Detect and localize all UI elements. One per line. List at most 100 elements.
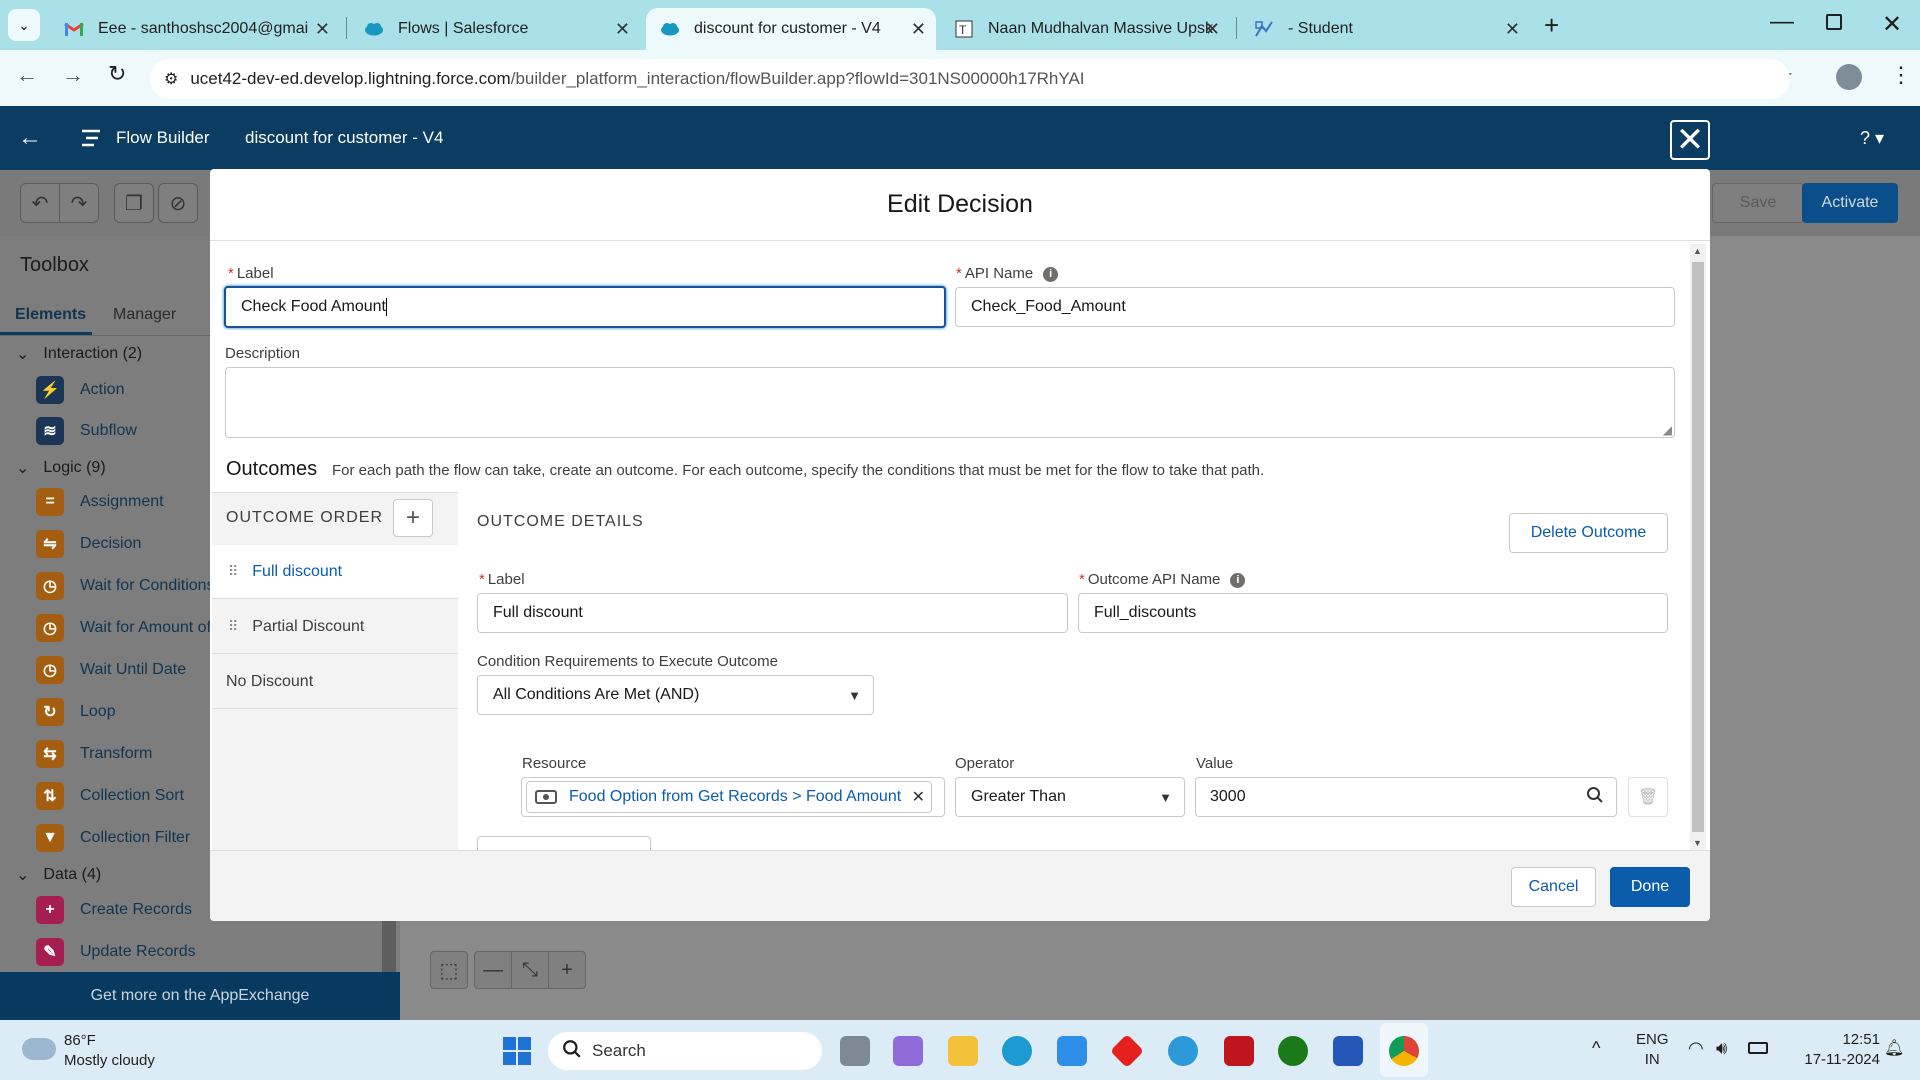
select-elements-icon[interactable]: ⬚: [430, 951, 468, 989]
api-name-input[interactable]: Check_Food_Amount: [955, 287, 1675, 327]
task-view-icon[interactable]: [840, 1036, 870, 1066]
toolbox-item-decision[interactable]: ⇋ Decision: [36, 529, 141, 559]
browser-tab-student[interactable]: - Student ✕: [1240, 8, 1530, 50]
toolbox-item-loop[interactable]: ↻ Loop: [36, 697, 116, 727]
done-button[interactable]: Done: [1610, 867, 1690, 907]
new-tab-plus-icon[interactable]: +: [1544, 10, 1559, 41]
volume-icon[interactable]: 🔊︎: [1716, 1038, 1727, 1059]
browser-menu-icon[interactable]: ⋮: [1890, 62, 1912, 88]
activate-button[interactable]: Activate: [1802, 183, 1898, 223]
toolbox-item-subflow[interactable]: ≋ Subflow: [36, 416, 137, 446]
taskbar-search-box[interactable]: Search: [548, 1032, 822, 1070]
info-icon[interactable]: i: [1230, 572, 1246, 588]
minimize-window-icon[interactable]: —: [1770, 8, 1794, 36]
toolbox-item-assignment[interactable]: = Assignment: [36, 487, 164, 517]
microsoft-store-icon[interactable]: [1057, 1036, 1087, 1066]
battery-icon[interactable]: [1748, 1042, 1768, 1054]
default-outcome-item[interactable]: No Discount: [212, 655, 458, 709]
modal-scrollbar[interactable]: ▲ ▼: [1690, 244, 1706, 850]
tab-elements[interactable]: Elements: [15, 306, 86, 324]
resize-handle-icon[interactable]: ◢: [1663, 423, 1672, 437]
resource-input[interactable]: Food Option from Get Records > Food Amou…: [521, 777, 945, 817]
toolbox-item-wait-conditions[interactable]: ◷ Wait for Conditions: [36, 571, 220, 601]
language-indicator[interactable]: ENG IN: [1636, 1030, 1669, 1070]
close-tab-icon[interactable]: ✕: [1205, 19, 1220, 40]
browser-tab-naan-mudhalvan[interactable]: T Naan Mudhalvan Massive Upsk ✕: [940, 8, 1230, 50]
fit-view-icon[interactable]: ⤡: [511, 951, 549, 989]
profile-avatar[interactable]: [1836, 64, 1862, 90]
tab-search-button[interactable]: ⌄: [8, 9, 40, 41]
start-windows-icon[interactable]: [503, 1037, 531, 1065]
delete-condition-button[interactable]: 🗑: [1628, 777, 1668, 817]
browser-tab-gmail[interactable]: Eee - santhoshsc2004@gmail.c ✕: [50, 8, 340, 50]
file-explorer-icon[interactable]: [948, 1036, 978, 1066]
drag-handle-icon[interactable]: ⠿: [228, 618, 238, 635]
weather-temp[interactable]: 86°F: [64, 1032, 96, 1049]
toolbox-item-collection-sort[interactable]: ⇅ Collection Sort: [36, 781, 184, 811]
search-icon[interactable]: [1586, 786, 1604, 809]
info-icon[interactable]: i: [1043, 266, 1059, 282]
close-tab-icon[interactable]: ✕: [315, 19, 330, 40]
xbox-icon[interactable]: [1278, 1036, 1308, 1066]
description-textarea[interactable]: ◢: [225, 367, 1675, 438]
url-input[interactable]: ⚙ ucet42-dev-ed.develop.lightning.force.…: [150, 59, 1790, 99]
add-condition-button[interactable]: [477, 836, 651, 850]
system-tray-chevron-icon[interactable]: ^: [1592, 1038, 1600, 1059]
outcome-item[interactable]: ⠿ Partial Discount: [212, 600, 458, 654]
toolbox-item-wait-until-date[interactable]: ◷ Wait Until Date: [36, 655, 186, 685]
wifi-icon[interactable]: ◠: [1688, 1038, 1704, 1059]
zoom-in-icon[interactable]: +: [548, 951, 586, 989]
scroll-thumb[interactable]: [1692, 262, 1704, 832]
clock[interactable]: 12:51 17-11-2024: [1780, 1030, 1880, 1070]
toolbox-item-update-records[interactable]: ✎ Update Records: [36, 937, 196, 967]
toolbox-item-create-records[interactable]: + Create Records: [36, 895, 192, 925]
toolbox-item-collection-filter[interactable]: ▼ Collection Filter: [36, 823, 190, 853]
mcafee-icon[interactable]: [1224, 1036, 1254, 1066]
scroll-down-arrow-icon[interactable]: ▼: [1693, 838, 1702, 848]
reload-icon[interactable]: ↻: [108, 61, 126, 87]
operator-select[interactable]: Greater Than ▼: [955, 777, 1185, 817]
back-arrow-icon[interactable]: ←: [16, 62, 38, 88]
chrome-icon[interactable]: [1389, 1036, 1419, 1066]
condition-requirements-select[interactable]: All Conditions Are Met (AND) ▼: [477, 675, 874, 715]
cancel-button[interactable]: Cancel: [1511, 867, 1596, 907]
drag-handle-icon[interactable]: ⠿: [228, 563, 238, 580]
remove-resource-icon[interactable]: ✕: [912, 787, 925, 807]
label-input[interactable]: Check Food Amount: [224, 286, 946, 328]
back-arrow-icon[interactable]: ←: [18, 124, 42, 152]
browser-tab-flows[interactable]: Flows | Salesforce ✕: [350, 8, 640, 50]
cancel-element-button[interactable]: ⊘: [158, 183, 198, 223]
value-input[interactable]: 3000: [1195, 777, 1617, 817]
restore-window-icon[interactable]: [1826, 14, 1842, 30]
browser-tab-discount-active[interactable]: discount for customer - V4 ✕: [646, 8, 936, 50]
edge-browser-icon[interactable]: [1002, 1036, 1032, 1066]
toolbox-item-wait-amount[interactable]: ◷ Wait for Amount of: [36, 613, 220, 643]
toolbox-item-action[interactable]: ⚡ Action: [36, 375, 124, 405]
close-tab-icon[interactable]: ✕: [615, 19, 630, 40]
close-tab-icon[interactable]: ✕: [1505, 19, 1520, 40]
close-tab-icon[interactable]: ✕: [911, 19, 926, 40]
notification-bell-icon[interactable]: 🔔︎: [1884, 1038, 1904, 1058]
help-menu[interactable]: ? ▾: [1860, 128, 1884, 149]
undo-button[interactable]: ↶: [20, 183, 60, 223]
zoom-out-icon[interactable]: —: [474, 951, 512, 989]
app-help-icon[interactable]: [1168, 1036, 1198, 1066]
copy-button[interactable]: ❐: [114, 183, 154, 223]
redo-button[interactable]: ↷: [59, 183, 99, 223]
outcome-item-selected[interactable]: ⠿ Full discount: [212, 545, 458, 599]
toolbox-item-transform[interactable]: ⇆ Transform: [36, 739, 152, 769]
close-window-icon[interactable]: ✕: [1882, 10, 1902, 39]
word-icon[interactable]: [1333, 1036, 1363, 1066]
outcome-label-input[interactable]: Full discount: [477, 593, 1068, 633]
save-button[interactable]: Save: [1712, 183, 1804, 223]
copilot-icon[interactable]: [893, 1036, 923, 1066]
outcome-api-name-input[interactable]: Full_discounts: [1078, 593, 1668, 633]
forward-arrow-icon[interactable]: →: [62, 62, 84, 88]
scroll-up-arrow-icon[interactable]: ▲: [1693, 246, 1702, 256]
tab-manager[interactable]: Manager: [113, 306, 176, 324]
appexchange-link[interactable]: Get more on the AppExchange: [0, 972, 400, 1020]
group-interaction[interactable]: ⌄ Interaction (2): [16, 344, 142, 364]
group-data[interactable]: ⌄ Data (4): [16, 865, 101, 885]
group-logic[interactable]: ⌄ Logic (9): [16, 458, 106, 478]
close-icon[interactable]: ✕: [1670, 120, 1710, 160]
